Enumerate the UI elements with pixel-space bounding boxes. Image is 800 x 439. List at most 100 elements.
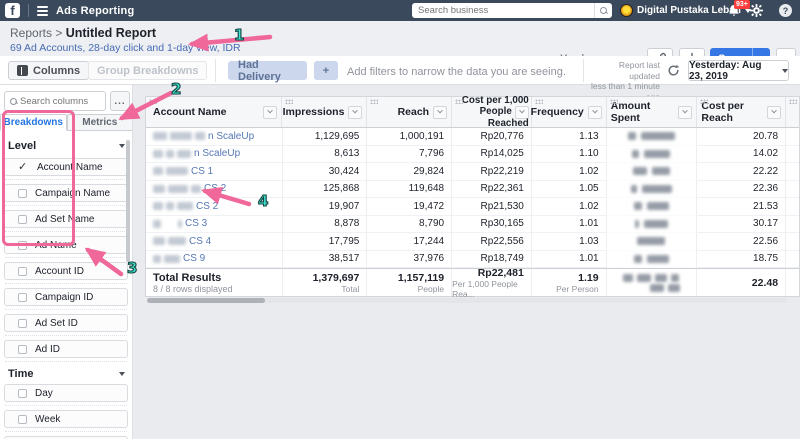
date-range-button[interactable]: Yesterday: Aug 23, 2019 [688, 60, 789, 81]
sort-chevron-icon[interactable] [433, 106, 447, 119]
account-link[interactable]: CS 1 [191, 166, 213, 177]
sidebar-item-account-name[interactable]: ✓ Account Name [4, 158, 128, 176]
checkbox[interactable] [18, 241, 27, 250]
column-header-cost-per-1000[interactable]: Cost per 1,000 People Reached [452, 97, 532, 127]
drag-handle-icon[interactable] [455, 99, 463, 104]
tab-breakdowns[interactable]: Breakdowns [0, 114, 67, 131]
drag-handle-icon[interactable] [700, 99, 708, 104]
table-row: CS 4 17,795 17,244 Rp22,556 1.03 22.56 [146, 233, 799, 251]
drag-handle-icon[interactable] [149, 99, 157, 104]
breadcrumb: Reports > Untitled Report [10, 26, 156, 40]
sort-chevron-icon[interactable] [588, 106, 602, 119]
page-title: Untitled Report [66, 26, 156, 40]
columns-sidebar: ... Breakdowns Metrics Level ✓ Account N… [0, 85, 133, 439]
sidebar-item-day[interactable]: Day [4, 384, 128, 402]
account-link[interactable]: n ScaleUp [194, 148, 240, 159]
hamburger-menu-icon[interactable] [37, 6, 48, 16]
facebook-logo-icon[interactable]: f [5, 3, 20, 18]
account-link[interactable]: CS 2 [196, 201, 218, 212]
checkbox[interactable] [18, 293, 27, 302]
sort-chevron-icon[interactable] [767, 106, 781, 119]
checkbox[interactable] [18, 389, 27, 398]
table-row: n ScaleUp 8,613 7,796 Rp14,025 1.10 14.0… [146, 146, 799, 164]
sidebar-item-ad-name[interactable]: Ad Name [4, 236, 128, 254]
notification-badge: 93+ [734, 0, 750, 9]
sidebar-item-campaign-id[interactable]: Campaign ID [4, 288, 128, 306]
tab-metrics[interactable]: Metrics [67, 114, 134, 130]
redacted-amount-total [607, 269, 698, 296]
checkbox[interactable] [18, 345, 27, 354]
column-header-cost-per-reach[interactable]: Cost per Reach [697, 97, 786, 127]
checkmark-icon[interactable]: ✓ [18, 162, 29, 173]
drag-handle-icon[interactable] [370, 99, 378, 104]
chevron-down-icon [782, 69, 788, 73]
sort-chevron-icon[interactable] [678, 106, 692, 119]
drag-handle-icon[interactable] [285, 99, 293, 104]
collapse-caret-icon[interactable] [119, 372, 125, 376]
columns-button[interactable]: Columns [8, 61, 89, 80]
sidebar-more-button[interactable]: ... [110, 91, 130, 111]
search-icon[interactable] [594, 3, 612, 18]
filter-toolbar: Columns Group Breakdowns Had Delivery + … [0, 56, 800, 85]
table-row: CS 1 30,424 29,824 Rp22,219 1.02 22.22 [146, 163, 799, 181]
add-filter-button[interactable]: + [314, 61, 338, 80]
filters-hint-text: Add filters to narrow the data you are s… [347, 66, 566, 78]
had-delivery-filter-chip[interactable]: Had Delivery [228, 61, 307, 80]
sidebar-item-campaign-name[interactable]: Campaign Name [4, 184, 128, 202]
sidebar-item-ad-set-name[interactable]: Ad Set Name [4, 210, 128, 228]
checkbox[interactable] [18, 215, 27, 224]
sort-chevron-icon[interactable] [348, 106, 362, 119]
account-link[interactable]: CS 4 [189, 236, 211, 247]
checkbox[interactable] [18, 319, 27, 328]
business-search-box[interactable] [412, 3, 612, 18]
redacted-amount [607, 163, 698, 181]
section-header-level[interactable]: Level [8, 140, 125, 152]
redacted-amount [607, 128, 698, 146]
column-header-account-name[interactable]: Account Name [146, 97, 282, 127]
sidebar-item-ad-set-id[interactable]: Ad Set ID [4, 314, 128, 332]
column-header-frequency[interactable]: Frequency [532, 97, 607, 127]
sidebar-tabs: Breakdowns Metrics [0, 114, 133, 131]
column-header-reach[interactable]: Reach [367, 97, 452, 127]
help-button[interactable]: ? [779, 4, 792, 17]
ads-reporting-page: f Ads Reporting Digital Pustaka Lebah 93… [0, 0, 800, 439]
column-header-next-partial[interactable] [786, 97, 799, 127]
divider [215, 59, 216, 82]
sidebar-search-box[interactable] [4, 91, 106, 111]
report-scope-link[interactable]: 69 Ad Accounts, 28-day click and 1-day v… [10, 42, 241, 54]
breadcrumb-reports[interactable]: Reports [10, 26, 52, 40]
gear-icon[interactable] [750, 4, 763, 17]
search-input[interactable] [412, 5, 594, 16]
user-name: Digital Pustaka Lebah [637, 5, 741, 16]
account-link[interactable]: n ScaleUp [208, 131, 254, 142]
columns-search-input[interactable] [20, 96, 100, 107]
refresh-button[interactable] [664, 61, 683, 80]
group-breakdowns-button[interactable]: Group Breakdowns [88, 61, 207, 80]
sort-chevron-icon[interactable] [263, 106, 277, 119]
columns-icon [17, 65, 28, 76]
account-link[interactable]: CS 9 [183, 253, 205, 264]
drag-handle-icon[interactable] [610, 99, 618, 104]
collapse-caret-icon[interactable] [119, 144, 125, 148]
checkbox[interactable] [18, 415, 27, 424]
sidebar-item-account-id[interactable]: Account ID [4, 262, 128, 280]
column-header-impressions[interactable]: Impressions [282, 97, 367, 127]
table-horizontal-scrollbar[interactable] [147, 298, 787, 303]
sidebar-scrollbar[interactable] [126, 140, 130, 262]
checkbox[interactable] [18, 267, 27, 276]
redacted-amount [607, 216, 698, 234]
notifications-button[interactable]: 93+ [728, 4, 740, 17]
account-link[interactable]: CS 3 [185, 218, 207, 229]
sidebar-item-week[interactable]: Week [4, 410, 128, 428]
column-header-amount-spent[interactable]: Amount Spent [607, 97, 698, 127]
drag-handle-icon[interactable] [535, 99, 543, 104]
checkbox[interactable] [18, 189, 27, 198]
table-header-row: Account Name Impressions Reach Cost per … [146, 97, 799, 128]
account-link[interactable]: CS 2 [204, 183, 226, 194]
scrollbar-thumb[interactable] [147, 298, 265, 303]
drag-handle-icon[interactable] [789, 99, 797, 104]
report-table: Account Name Impressions Reach Cost per … [145, 96, 800, 297]
top-navigation-bar: f Ads Reporting Digital Pustaka Lebah 93… [0, 0, 800, 21]
sidebar-item-ad-id[interactable]: Ad ID [4, 340, 128, 358]
section-header-time[interactable]: Time [8, 368, 125, 380]
